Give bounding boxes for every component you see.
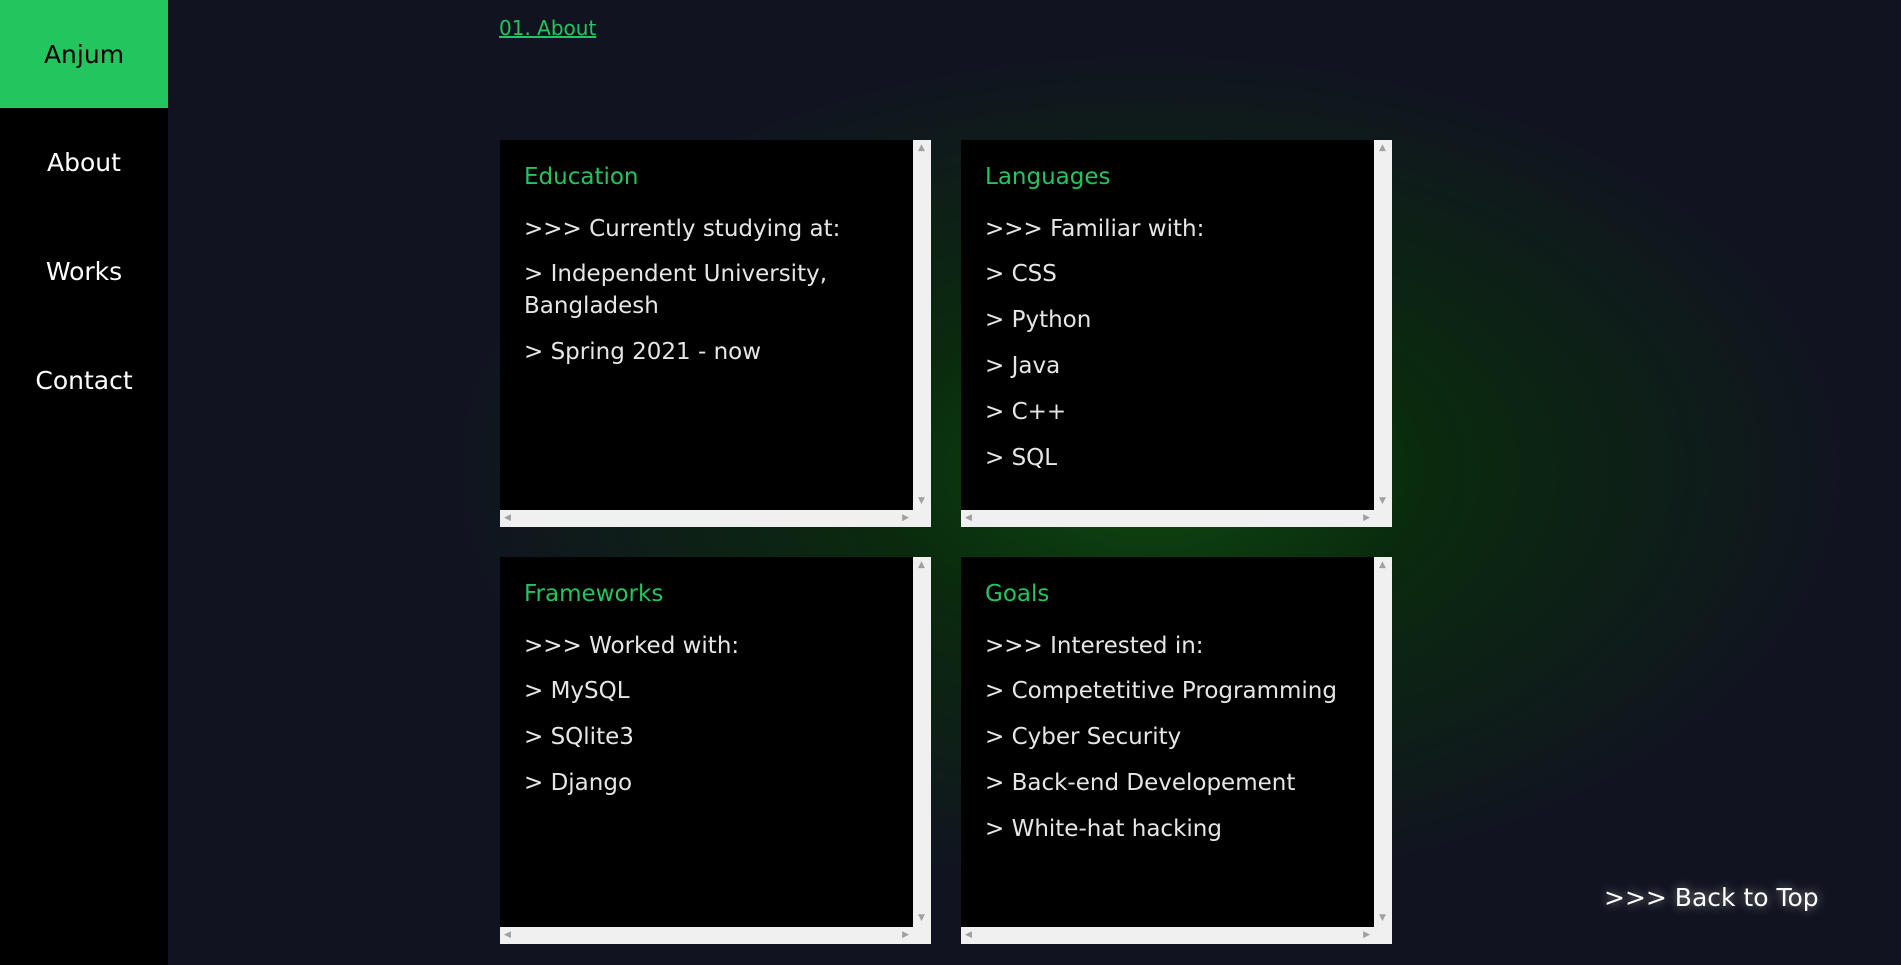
nav-item-works[interactable]: Works [0,217,168,326]
card-education-content[interactable]: Education >>> Currently studying at: > I… [500,140,913,510]
scroll-left-icon[interactable]: ◀ [504,514,511,523]
scroll-right-icon[interactable]: ▶ [1363,514,1370,523]
scroll-right-icon[interactable]: ▶ [902,514,909,523]
nav-item-contact[interactable]: Contact [0,326,168,435]
list-item: > MySQL [524,678,630,704]
list-item: > SQlite3 [524,724,634,750]
scroll-right-icon[interactable]: ▶ [1363,931,1370,940]
list-item: > SQL [985,445,1058,471]
sidebar-nav: Anjum About Works Contact [0,0,168,965]
card-title: Education [524,164,639,190]
list-item: > Independent University, Bangladesh [524,261,828,319]
list-item: > Cyber Security [985,724,1182,750]
scroll-up-icon[interactable]: ▲ [918,144,925,153]
scroll-up-icon[interactable]: ▲ [918,561,925,570]
scroll-down-icon[interactable]: ▼ [1379,914,1386,923]
scroll-down-icon[interactable]: ▼ [918,914,925,923]
scroll-down-icon[interactable]: ▼ [1379,497,1386,506]
list-item: > White-hat hacking [985,816,1222,842]
card-frameworks: Frameworks >>> Worked with: > MySQL > SQ… [500,557,931,944]
back-to-top-link[interactable]: >>> Back to Top [1604,883,1819,912]
card-languages: Languages >>> Familiar with: > CSS > Pyt… [961,140,1392,527]
section-link-about[interactable]: 01. About [499,16,596,40]
horizontal-scrollbar[interactable]: ◀ ▶ [961,927,1392,944]
list-item: > C++ [985,399,1067,425]
list-item: > CSS [985,261,1057,287]
scroll-down-icon[interactable]: ▼ [918,497,925,506]
card-title: Goals [985,581,1050,607]
vertical-scrollbar[interactable]: ▲ ▼ [913,557,931,927]
scroll-left-icon[interactable]: ◀ [965,931,972,940]
card-lead: >>> Currently studying at: [524,216,841,242]
list-item: > Java [985,353,1061,379]
list-item: > Django [524,770,633,796]
horizontal-scrollbar[interactable]: ◀ ▶ [961,510,1392,527]
card-lead: >>> Familiar with: [985,216,1205,242]
scroll-up-icon[interactable]: ▲ [1379,561,1386,570]
card-goals: Goals >>> Interested in: > Competetitive… [961,557,1392,944]
card-frameworks-content[interactable]: Frameworks >>> Worked with: > MySQL > SQ… [500,557,913,927]
horizontal-scrollbar[interactable]: ◀ ▶ [500,927,931,944]
card-goals-content[interactable]: Goals >>> Interested in: > Competetitive… [961,557,1374,927]
horizontal-scrollbar[interactable]: ◀ ▶ [500,510,931,527]
card-title: Frameworks [524,581,664,607]
vertical-scrollbar[interactable]: ▲ ▼ [1374,140,1392,510]
vertical-scrollbar[interactable]: ▲ ▼ [1374,557,1392,927]
list-item: > Competetitive Programming [985,678,1337,704]
card-lead: >>> Interested in: [985,633,1204,659]
card-education: Education >>> Currently studying at: > I… [500,140,931,527]
scroll-up-icon[interactable]: ▲ [1379,144,1386,153]
scroll-left-icon[interactable]: ◀ [504,931,511,940]
brand-logo[interactable]: Anjum [0,0,168,108]
list-item: > Python [985,307,1092,333]
list-item: > Spring 2021 - now [524,339,762,365]
scroll-right-icon[interactable]: ▶ [902,931,909,940]
vertical-scrollbar[interactable]: ▲ ▼ [913,140,931,510]
scroll-left-icon[interactable]: ◀ [965,514,972,523]
card-title: Languages [985,164,1111,190]
card-lead: >>> Worked with: [524,633,740,659]
nav-item-about[interactable]: About [0,108,168,217]
card-languages-content[interactable]: Languages >>> Familiar with: > CSS > Pyt… [961,140,1374,510]
list-item: > Back-end Developement [985,770,1296,796]
